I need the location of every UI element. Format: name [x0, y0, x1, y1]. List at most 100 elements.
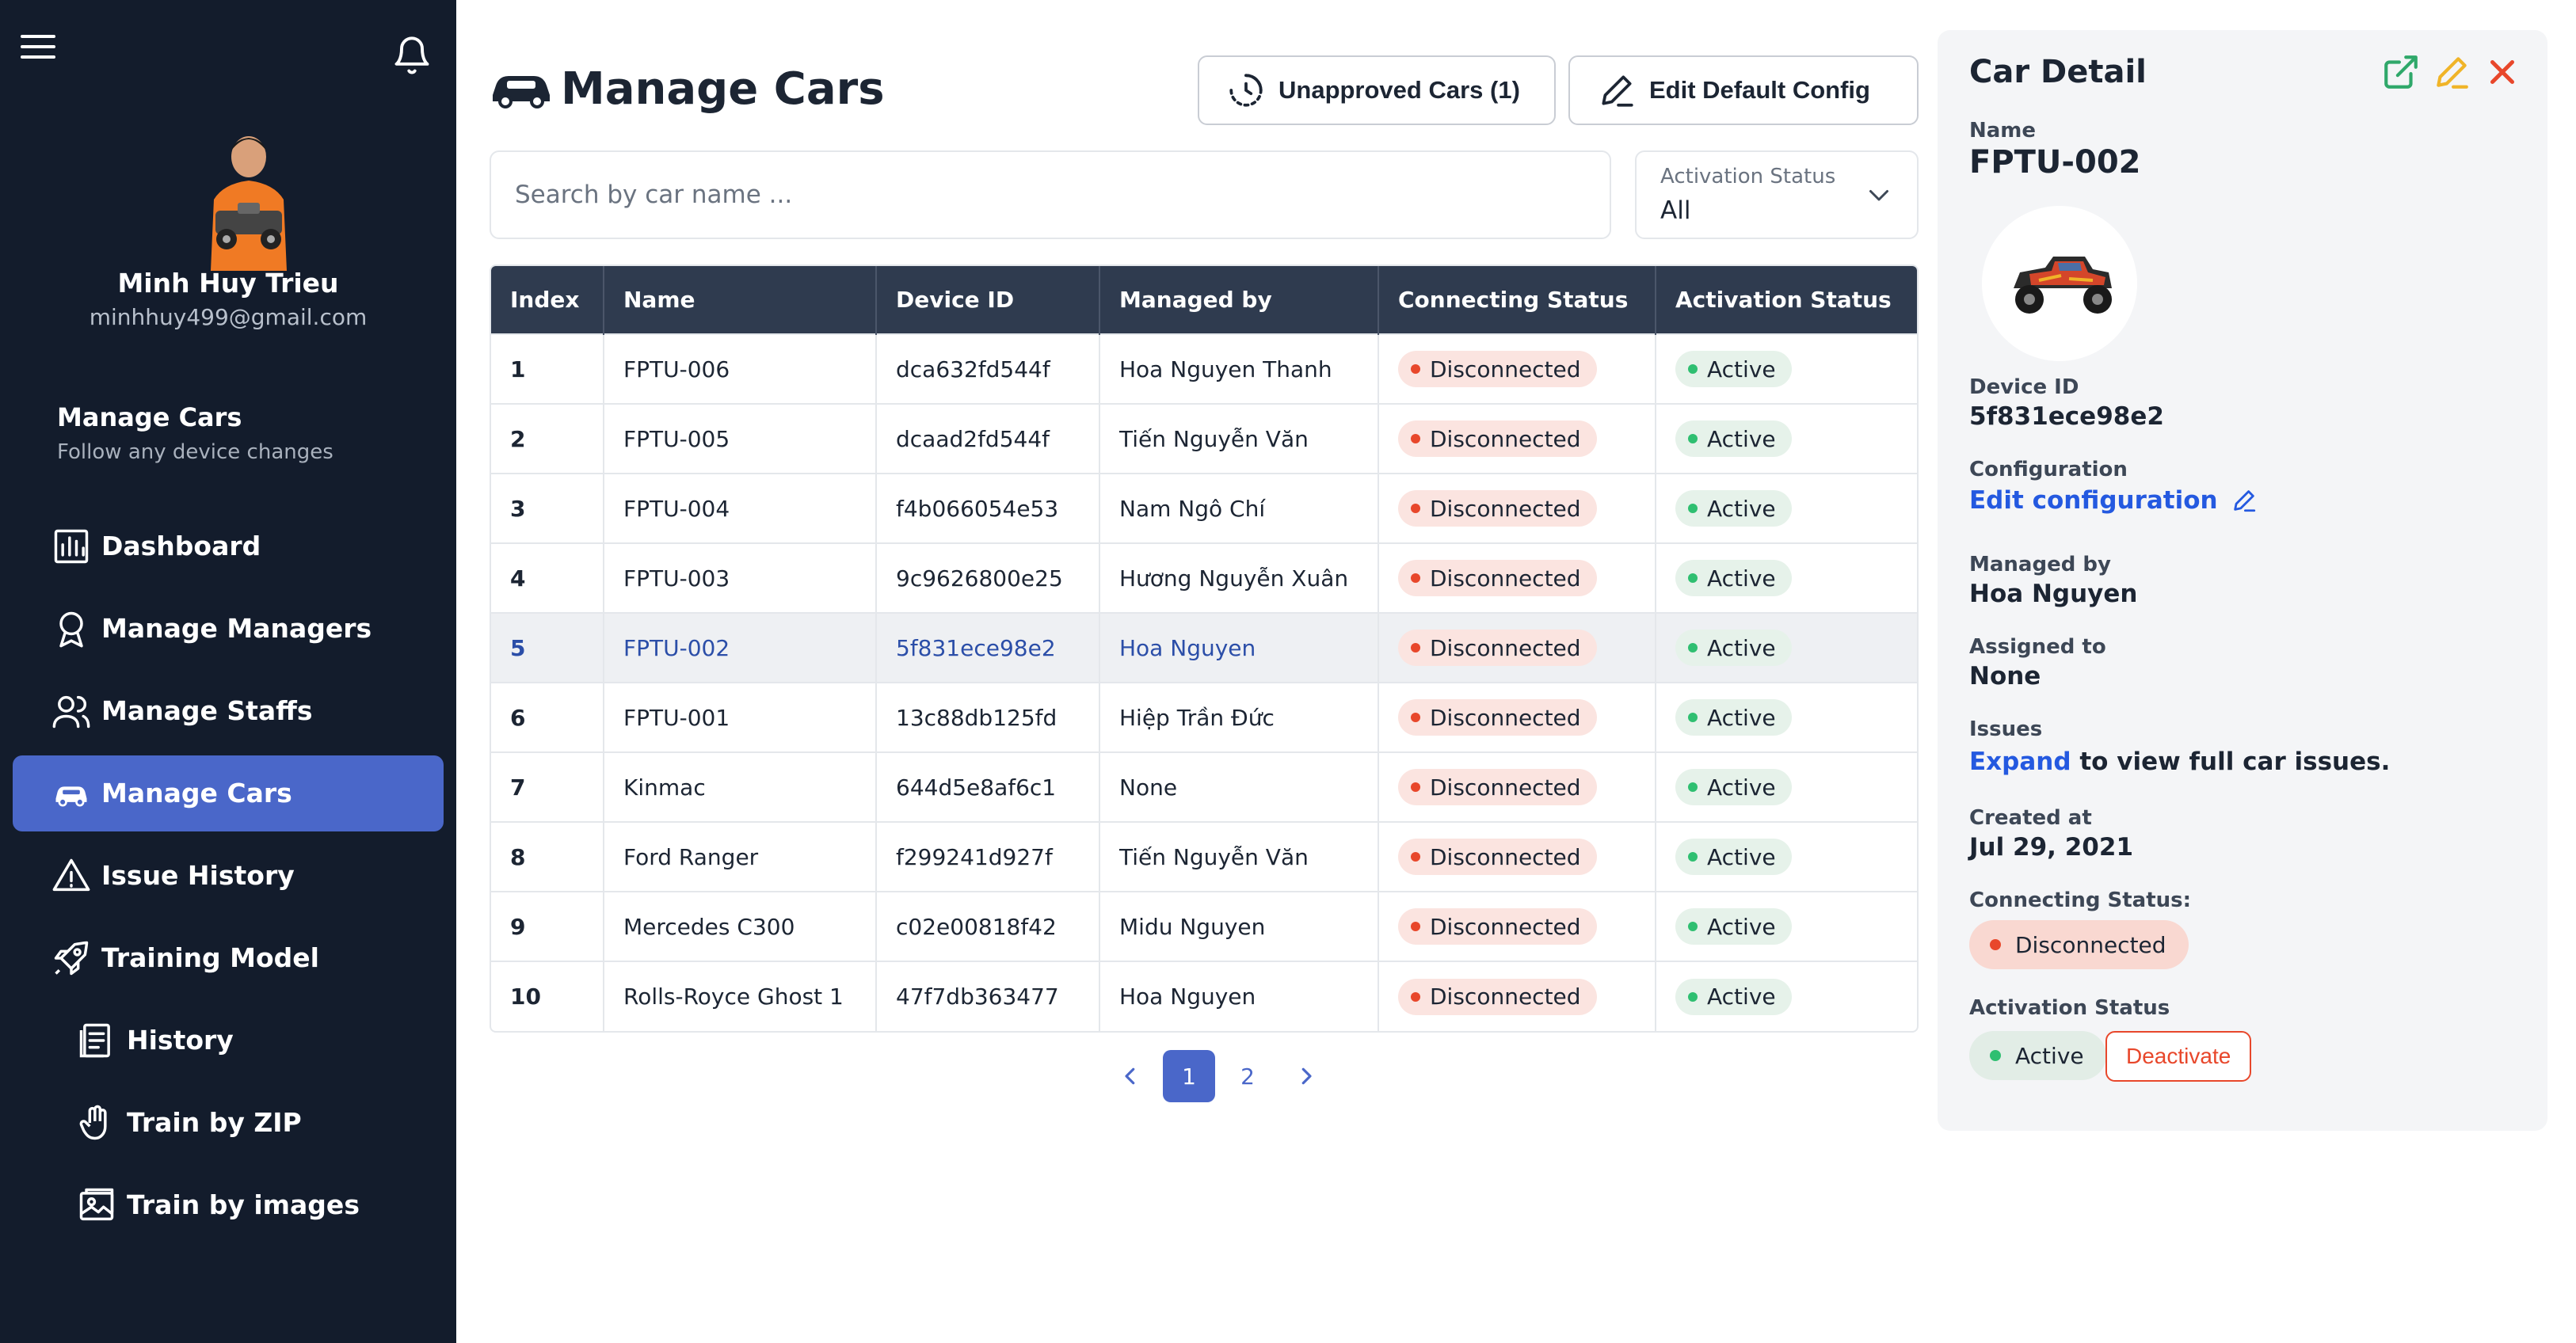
user-email: minhhuy499@gmail.com: [89, 304, 368, 330]
column-header-device-id[interactable]: Device ID: [876, 266, 1100, 334]
cell-managed-by: Tiến Nguyễn Văn: [1099, 403, 1379, 474]
deactivate-button[interactable]: Deactivate: [2105, 1031, 2252, 1082]
sidebar-item-issue-history[interactable]: Issue History: [13, 838, 444, 914]
cell-connecting-status: Disconnected: [1378, 821, 1656, 892]
activation-status-badge: Active: [1675, 978, 1792, 1015]
cell-name: Rolls-Royce Ghost 1: [604, 961, 877, 1031]
hamburger-menu-icon[interactable]: [21, 35, 55, 62]
status-dot: [1688, 782, 1698, 792]
activation-status-badge: Active: [1675, 560, 1792, 596]
cell-device-id: 47f7db363477: [876, 961, 1100, 1031]
sidebar-item-train-by-images[interactable]: Train by images: [13, 1167, 444, 1243]
avatar[interactable]: [200, 128, 298, 271]
edit-configuration-link[interactable]: Edit configuration: [1969, 486, 2258, 515]
cell-connecting-status: Disconnected: [1378, 682, 1656, 752]
car-detail-title: Car Detail: [1969, 54, 2147, 90]
open-external-icon[interactable]: [2381, 52, 2421, 92]
car-detail-panel: Car Detail Name FPTU-002 Device ID 5f831…: [1938, 30, 2547, 1131]
cell-activation-status: Active: [1656, 473, 1917, 543]
connecting-status-text: Disconnected: [1430, 983, 1581, 1010]
table-row[interactable]: 4 FPTU-003 9c9626800e25 Hương Nguyễn Xuân Di…: [491, 542, 1917, 613]
activation-status-select-label: Activation Status: [1660, 165, 1836, 188]
page-button-1[interactable]: 1: [1163, 1050, 1215, 1102]
bell-icon[interactable]: [391, 35, 433, 76]
cell-index: 3: [491, 473, 604, 543]
expand-issues-link[interactable]: Expand: [1969, 748, 2071, 776]
unapproved-cars-label: Unapproved Cars (1): [1278, 76, 1520, 104]
assigned-to-value: None: [1969, 662, 2041, 691]
car-icon: [493, 76, 550, 108]
page-button-2[interactable]: 2: [1221, 1050, 1274, 1102]
table-row[interactable]: 6 FPTU-001 13c88db125fd Hiệp Trần Đức Discon…: [491, 682, 1917, 752]
table-row[interactable]: 2 FPTU-005 dcaad2fd544f Tiến Nguyễn Văn Disc…: [491, 403, 1917, 474]
sidebar-item-label: Manage Staffs: [101, 695, 313, 726]
table-row[interactable]: 9 Mercedes C300 c02e00818f42 Midu Nguyen Dis…: [491, 891, 1917, 961]
sidebar-item-training-model[interactable]: Training Model: [13, 920, 444, 996]
cell-name: Mercedes C300: [604, 891, 877, 961]
sidebar-item-train-by-zip[interactable]: Train by ZIP: [13, 1085, 444, 1161]
name-value: FPTU-002: [1969, 144, 2141, 181]
column-header-connecting-status[interactable]: Connecting Status: [1378, 266, 1656, 334]
status-dot: [1411, 573, 1420, 583]
table-row[interactable]: 3 FPTU-004 f4b066054e53 Nam Ngô Chí Disconne…: [491, 473, 1917, 543]
cell-index: 9: [491, 891, 604, 961]
search-input[interactable]: [491, 152, 1610, 238]
cell-connecting-status: Disconnected: [1378, 612, 1656, 683]
column-header-activation-status[interactable]: Activation Status: [1656, 266, 1917, 334]
table-row[interactable]: 10 Rolls-Royce Ghost 1 47f7db363477 Hoa Ngu…: [491, 961, 1917, 1031]
cell-index: 7: [491, 751, 604, 822]
cell-device-id: 644d5e8af6c1: [876, 751, 1100, 822]
cell-activation-status: Active: [1656, 542, 1917, 613]
activation-status-text: Active: [1707, 495, 1776, 522]
document-icon: [79, 1023, 110, 1058]
cell-managed-by: Hoa Nguyen: [1099, 961, 1379, 1031]
sidebar-item-history[interactable]: History: [13, 1002, 444, 1079]
unapproved-cars-button[interactable]: Unapproved Cars (1): [1198, 55, 1556, 125]
issues-label: Issues: [1969, 717, 2043, 741]
connecting-status-badge: Disconnected: [1398, 490, 1597, 527]
table-row[interactable]: 8 Ford Ranger f299241d927f Tiến Nguyễn Văn D…: [491, 821, 1917, 892]
column-header-managed-by[interactable]: Managed by: [1099, 266, 1379, 334]
connecting-status-badge: Disconnected: [1398, 699, 1597, 736]
connecting-status-badge: Disconnected: [1969, 920, 2189, 969]
sidebar-item-manage-cars[interactable]: Manage Cars: [13, 755, 444, 831]
activation-status-text: Active: [1707, 913, 1776, 940]
bar-chart-icon: [54, 529, 89, 564]
section-title: Manage Cars: [57, 402, 242, 432]
connecting-status-badge: Disconnected: [1398, 908, 1597, 945]
edit-icon[interactable]: [2432, 52, 2471, 92]
table-row[interactable]: 7 Kinmac 644d5e8af6c1 None Disconnected Activ…: [491, 751, 1917, 822]
activation-status-badge: Active: [1675, 630, 1792, 666]
sidebar-item-manage-managers[interactable]: Manage Managers: [13, 591, 444, 667]
edit-default-config-label: Edit Default Config: [1649, 76, 1870, 104]
cell-activation-status: Active: [1656, 821, 1917, 892]
cell-managed-by: Nam Ngô Chí: [1099, 473, 1379, 543]
table-row[interactable]: 5 FPTU-002 5f831ece98e2 Hoa Nguyen Disconnec…: [491, 612, 1917, 683]
sidebar-item-dashboard[interactable]: Dashboard: [13, 508, 444, 584]
cell-managed-by: Hoa Nguyen: [1099, 612, 1379, 683]
column-header-index[interactable]: Index: [491, 266, 604, 334]
status-dot: [1688, 434, 1698, 443]
users-icon: [52, 695, 90, 729]
device-id-label: Device ID: [1969, 375, 2079, 399]
created-at-label: Created at: [1969, 806, 2092, 830]
previous-page-button[interactable]: [1104, 1050, 1157, 1102]
cell-name: FPTU-003: [604, 542, 877, 613]
sidebar-item-manage-staffs[interactable]: Manage Staffs: [13, 673, 444, 749]
status-dot: [1688, 364, 1698, 374]
cell-device-id: 13c88db125fd: [876, 682, 1100, 752]
close-icon[interactable]: [2483, 52, 2522, 92]
warning-icon: [52, 858, 90, 892]
table-row[interactable]: 1 FPTU-006 dca632fd544f Hoa Nguyen Thanh Dis…: [491, 333, 1917, 404]
next-page-button[interactable]: [1280, 1050, 1332, 1102]
cell-name: Ford Ranger: [604, 821, 877, 892]
cell-index: 10: [491, 961, 604, 1031]
activation-status-select[interactable]: Activation Status All: [1635, 150, 1919, 239]
edit-default-config-button[interactable]: Edit Default Config: [1568, 55, 1919, 125]
user-name: Minh Huy Trieu: [117, 268, 339, 299]
cell-activation-status: Active: [1656, 403, 1917, 474]
column-header-name[interactable]: Name: [604, 266, 877, 334]
connecting-status-text: Disconnected: [1430, 495, 1581, 522]
car-image: [1982, 206, 2137, 361]
cell-connecting-status: Disconnected: [1378, 542, 1656, 613]
